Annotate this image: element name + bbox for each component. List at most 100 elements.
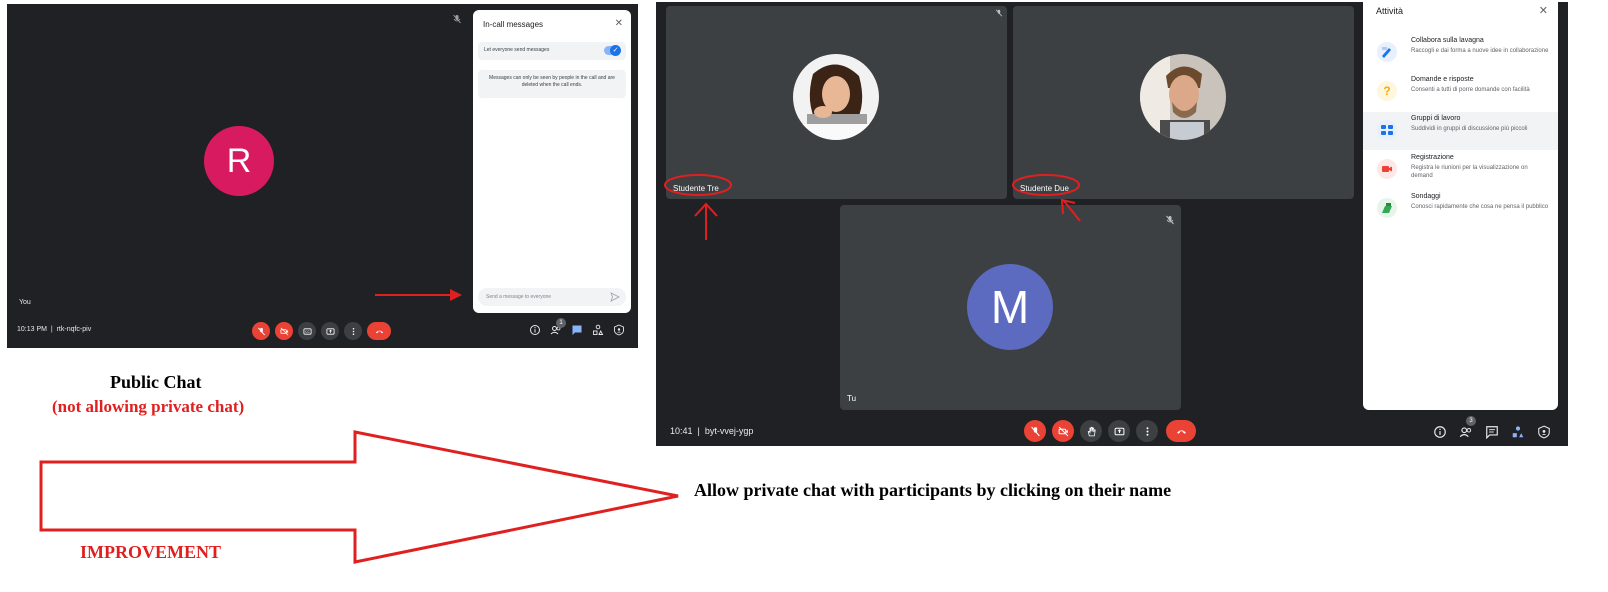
activities-icon[interactable]: [592, 324, 604, 336]
participant-name-label[interactable]: Studente Tre: [673, 184, 719, 193]
present-button[interactable]: [321, 322, 339, 340]
raise-hand-button[interactable]: [1080, 420, 1102, 442]
private-chat-proposal: Allow private chat with participants by …: [694, 480, 1172, 500]
activity-whiteboard[interactable]: Collabora sulla lavagna Raccogli e dai f…: [1363, 34, 1558, 72]
participant-name-label[interactable]: You: [19, 299, 31, 306]
mic-off-icon: [453, 14, 461, 24]
participant-tile-self: M Tu: [840, 205, 1181, 410]
leave-call-button[interactable]: [1166, 420, 1196, 442]
info-icon[interactable]: [529, 324, 541, 336]
people-count-badge: 1: [556, 318, 566, 328]
meeting-time: 10:13 PM: [17, 326, 47, 333]
public-chat-screenshot: R You In-call messages ✕ Let everyone se…: [7, 4, 638, 348]
message-input[interactable]: Send a message to everyone: [478, 288, 626, 306]
mic-toggle-button[interactable]: [1024, 420, 1046, 442]
activity-name: Sondaggi: [1411, 193, 1441, 200]
record-icon: [1377, 159, 1397, 179]
activities-panel: Attività ✕ Collabora sulla lavagna Racco…: [1363, 2, 1558, 410]
activity-qa[interactable]: ? Domande e risposte Consenti a tutti di…: [1363, 73, 1558, 111]
hangup-icon: [1176, 429, 1186, 434]
present-icon: [1114, 427, 1124, 435]
activity-name: Collabora sulla lavagna: [1411, 37, 1484, 44]
people-count-badge: 3: [1466, 416, 1476, 426]
mic-off-icon: [1030, 426, 1040, 436]
close-icon[interactable]: ✕: [615, 18, 623, 29]
activity-recording[interactable]: Registrazione Registra le riunioni per l…: [1363, 151, 1558, 189]
participant-photo: [793, 54, 879, 140]
send-messages-toggle[interactable]: ✓: [604, 45, 621, 56]
activity-breakout-rooms[interactable]: Gruppi di lavoro Suddividi in gruppi di …: [1363, 112, 1558, 150]
more-options-button[interactable]: [1136, 420, 1158, 442]
improvement-label: IMPROVEMENT: [80, 542, 221, 562]
question-icon: ?: [1377, 81, 1397, 101]
camera-off-icon: [1058, 426, 1068, 436]
participant-name-label[interactable]: Studente Due: [1020, 184, 1069, 193]
participant-avatar: R: [204, 126, 274, 196]
send-messages-setting: Let everyone send messages ✓: [478, 42, 626, 60]
separator: |: [48, 326, 55, 333]
activities-icon[interactable]: [1511, 425, 1525, 439]
message-input-placeholder: Send a message to everyone: [486, 294, 552, 300]
host-controls-icon[interactable]: [613, 324, 625, 336]
hangup-icon: [375, 330, 383, 333]
chat-panel-title: In-call messages: [483, 20, 544, 29]
meeting-code: rtk-nqfc-piv: [56, 326, 92, 333]
chat-icon[interactable]: [571, 324, 583, 336]
activity-name: Registrazione: [1411, 154, 1454, 161]
public-chat-subcaption: (not allowing private chat): [52, 397, 245, 416]
activity-description: Suddividi in gruppi di discussione più p…: [1411, 126, 1528, 132]
mic-toggle-button[interactable]: [252, 322, 270, 340]
breakout-icon: [1377, 120, 1397, 140]
activities-panel-title: Attività: [1376, 6, 1404, 16]
send-icon[interactable]: [610, 292, 620, 302]
participant-photo: [1140, 54, 1226, 140]
activity-description: Raccogli e dai forma a nuove idee in col…: [1411, 48, 1549, 54]
in-call-messages-panel: In-call messages ✕ Let everyone send mes…: [473, 10, 631, 313]
present-icon: [325, 327, 335, 335]
activity-polls[interactable]: Sondaggi Conosci rapidamente che cosa ne…: [1363, 190, 1558, 228]
present-button[interactable]: [1108, 420, 1130, 442]
people-icon[interactable]: [1459, 425, 1473, 439]
participant-avatar: M: [967, 264, 1053, 350]
video-stage: R You: [7, 4, 477, 316]
host-controls-icon[interactable]: [1537, 425, 1551, 439]
mic-off-icon: [1165, 212, 1175, 225]
bottom-control-bar: 10:13 PM | rtk-nqfc-piv CC 1: [7, 318, 638, 348]
participant-tile-studente-due: Studente Due: [1013, 6, 1354, 199]
info-icon[interactable]: [1433, 425, 1447, 439]
meeting-time: 10:41: [670, 426, 693, 436]
svg-text:CC: CC: [305, 329, 310, 333]
activity-description: Conosci rapidamente che cosa ne pensa il…: [1411, 204, 1549, 210]
more-vert-icon: [1146, 426, 1148, 436]
whiteboard-icon: [1377, 42, 1397, 62]
camera-toggle-button[interactable]: [1052, 420, 1074, 442]
close-icon[interactable]: ✕: [1539, 4, 1548, 17]
activity-name: Gruppi di lavoro: [1411, 115, 1461, 122]
chat-info-notice: Messages can only be seen by people in t…: [478, 70, 626, 98]
captions-button[interactable]: CC: [298, 322, 316, 340]
hand-icon: [1087, 426, 1096, 436]
mic-off-icon: [995, 6, 1003, 17]
activities-screenshot: Studente Tre Studente Due M Tu Attività …: [656, 2, 1568, 446]
mic-off-icon: [257, 327, 265, 335]
participant-tile-studente-tre: Studente Tre: [666, 6, 1007, 199]
public-chat-caption: Public Chat: [110, 372, 202, 392]
bottom-control-bar: 10:41 | byt-vvej-ygp 3: [656, 416, 1568, 446]
camera-off-icon: [279, 327, 288, 335]
chat-icon[interactable]: [1485, 425, 1499, 439]
captions-icon: CC: [302, 327, 312, 335]
poll-icon: [1377, 198, 1397, 218]
meeting-details: 10:41 | byt-vvej-ygp: [670, 426, 753, 436]
leave-call-button[interactable]: [367, 322, 391, 340]
activity-name: Domande e risposte: [1411, 76, 1474, 83]
check-icon: ✓: [610, 45, 621, 56]
activity-description: Consenti a tutti di porre domande con fa…: [1411, 87, 1530, 93]
meeting-details: 10:13 PM | rtk-nqfc-piv: [17, 326, 91, 333]
participant-name-label[interactable]: Tu: [847, 394, 856, 403]
camera-toggle-button[interactable]: [275, 322, 293, 340]
meeting-code: byt-vvej-ygp: [704, 426, 754, 436]
activity-description: Registra le riunioni per la visualizzazi…: [1411, 165, 1528, 180]
separator: |: [695, 426, 703, 436]
send-messages-label: Let everyone send messages: [484, 47, 550, 53]
more-options-button[interactable]: [344, 322, 362, 340]
